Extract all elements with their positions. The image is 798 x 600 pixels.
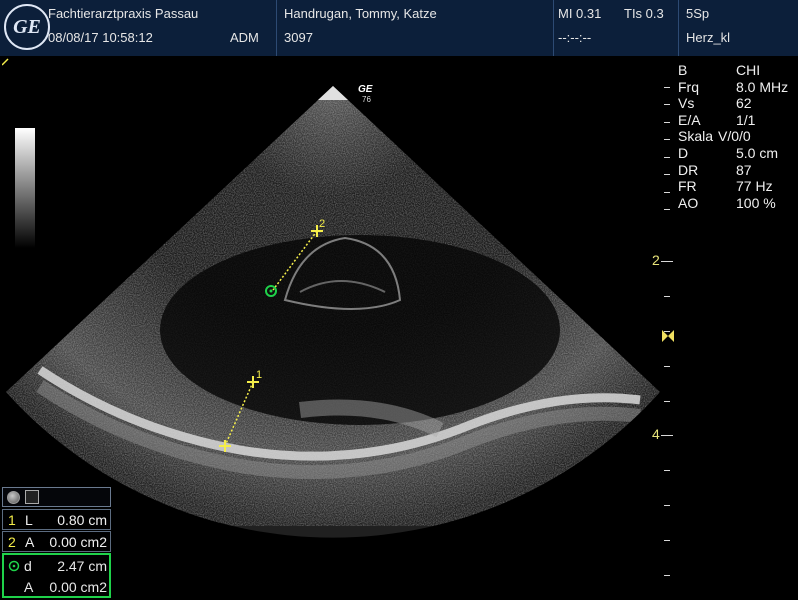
active-measurement[interactable]: d 2.47 cm A 0.00 cm2 (2, 553, 111, 598)
acquisition-params: B CHI Frq 8.0 MHz Vs 62 E/A 1/1 Skala V/0/0 D… (678, 62, 798, 211)
depth-tick (664, 470, 670, 471)
measurement-type: d (24, 558, 32, 574)
exam-datetime: 08/08/17 10:58:12 (48, 30, 153, 45)
header-divider (678, 0, 679, 56)
caliper-1-label: 1 (256, 369, 263, 381)
patient-name: Handrugan, Tommy, Katze (284, 6, 437, 21)
header-divider (553, 0, 554, 56)
param-row: DR 87 (678, 161, 752, 178)
timer-readout: --:--:-- (558, 30, 592, 45)
header-divider (276, 0, 277, 56)
depth-tick (664, 139, 670, 140)
thermal-index: TIs 0.3 (624, 6, 664, 21)
clinic-name: Fachtierarztpraxis Passau (48, 6, 199, 21)
record-icon[interactable] (7, 491, 20, 504)
depth-tick (664, 540, 670, 541)
measurement-value: 2.47 cm (57, 558, 107, 574)
patient-id: 3097 (284, 30, 313, 45)
cursor-icon[interactable] (25, 490, 39, 504)
measurement-toolbar (2, 487, 111, 507)
depth-tick-major (661, 435, 673, 436)
depth-tick (664, 174, 670, 175)
depth-tick (664, 122, 670, 123)
exam-preset: Herz_kl (686, 30, 731, 45)
param-row: D 5.0 cm (678, 144, 779, 161)
measurement-row[interactable]: 2 A 0.00 cm2 (2, 531, 111, 552)
focus-marker-icon[interactable] (662, 330, 674, 342)
param-row: B CHI (678, 62, 761, 78)
param-row: Skala V/0/0 (678, 128, 751, 145)
depth-tick (664, 575, 670, 576)
header-bar: GE Fachtierarztpraxis Passau 08/08/17 10… (0, 0, 798, 56)
param-row: FR 77 Hz (678, 178, 773, 195)
param-row: E/A 1/1 (678, 111, 756, 128)
depth-label: 4 (652, 426, 660, 442)
depth-tick-major (661, 261, 673, 262)
probe-name: 5Sp (686, 6, 710, 21)
depth-tick (664, 366, 670, 367)
mechanical-index: MI 0.31 (558, 6, 602, 21)
depth-tick (664, 157, 670, 158)
param-row: Frq 8.0 MHz (678, 78, 789, 95)
grayscale-bar (15, 128, 35, 248)
ge-logo-icon: GE (4, 4, 50, 50)
param-row: Vs 62 (678, 95, 752, 112)
depth-tick (664, 192, 670, 193)
caliper-2-label: 2 (319, 218, 326, 230)
depth-tick (664, 296, 670, 297)
depth-tick (664, 505, 670, 506)
depth-label: 2 (652, 252, 660, 268)
depth-tick (664, 87, 670, 88)
param-row: AO 100 % (678, 194, 776, 211)
operator-id: ADM (230, 30, 259, 45)
depth-tick (664, 401, 670, 402)
measurement-row[interactable]: 1 L 0.80 cm (2, 509, 111, 530)
measurement-value: 0.00 cm2 (49, 579, 107, 595)
active-caliper-icon (8, 560, 20, 572)
corner-marker-icon (2, 58, 9, 66)
measurement-type: A (24, 579, 34, 595)
depth-tick (664, 209, 670, 210)
depth-tick (664, 104, 670, 105)
